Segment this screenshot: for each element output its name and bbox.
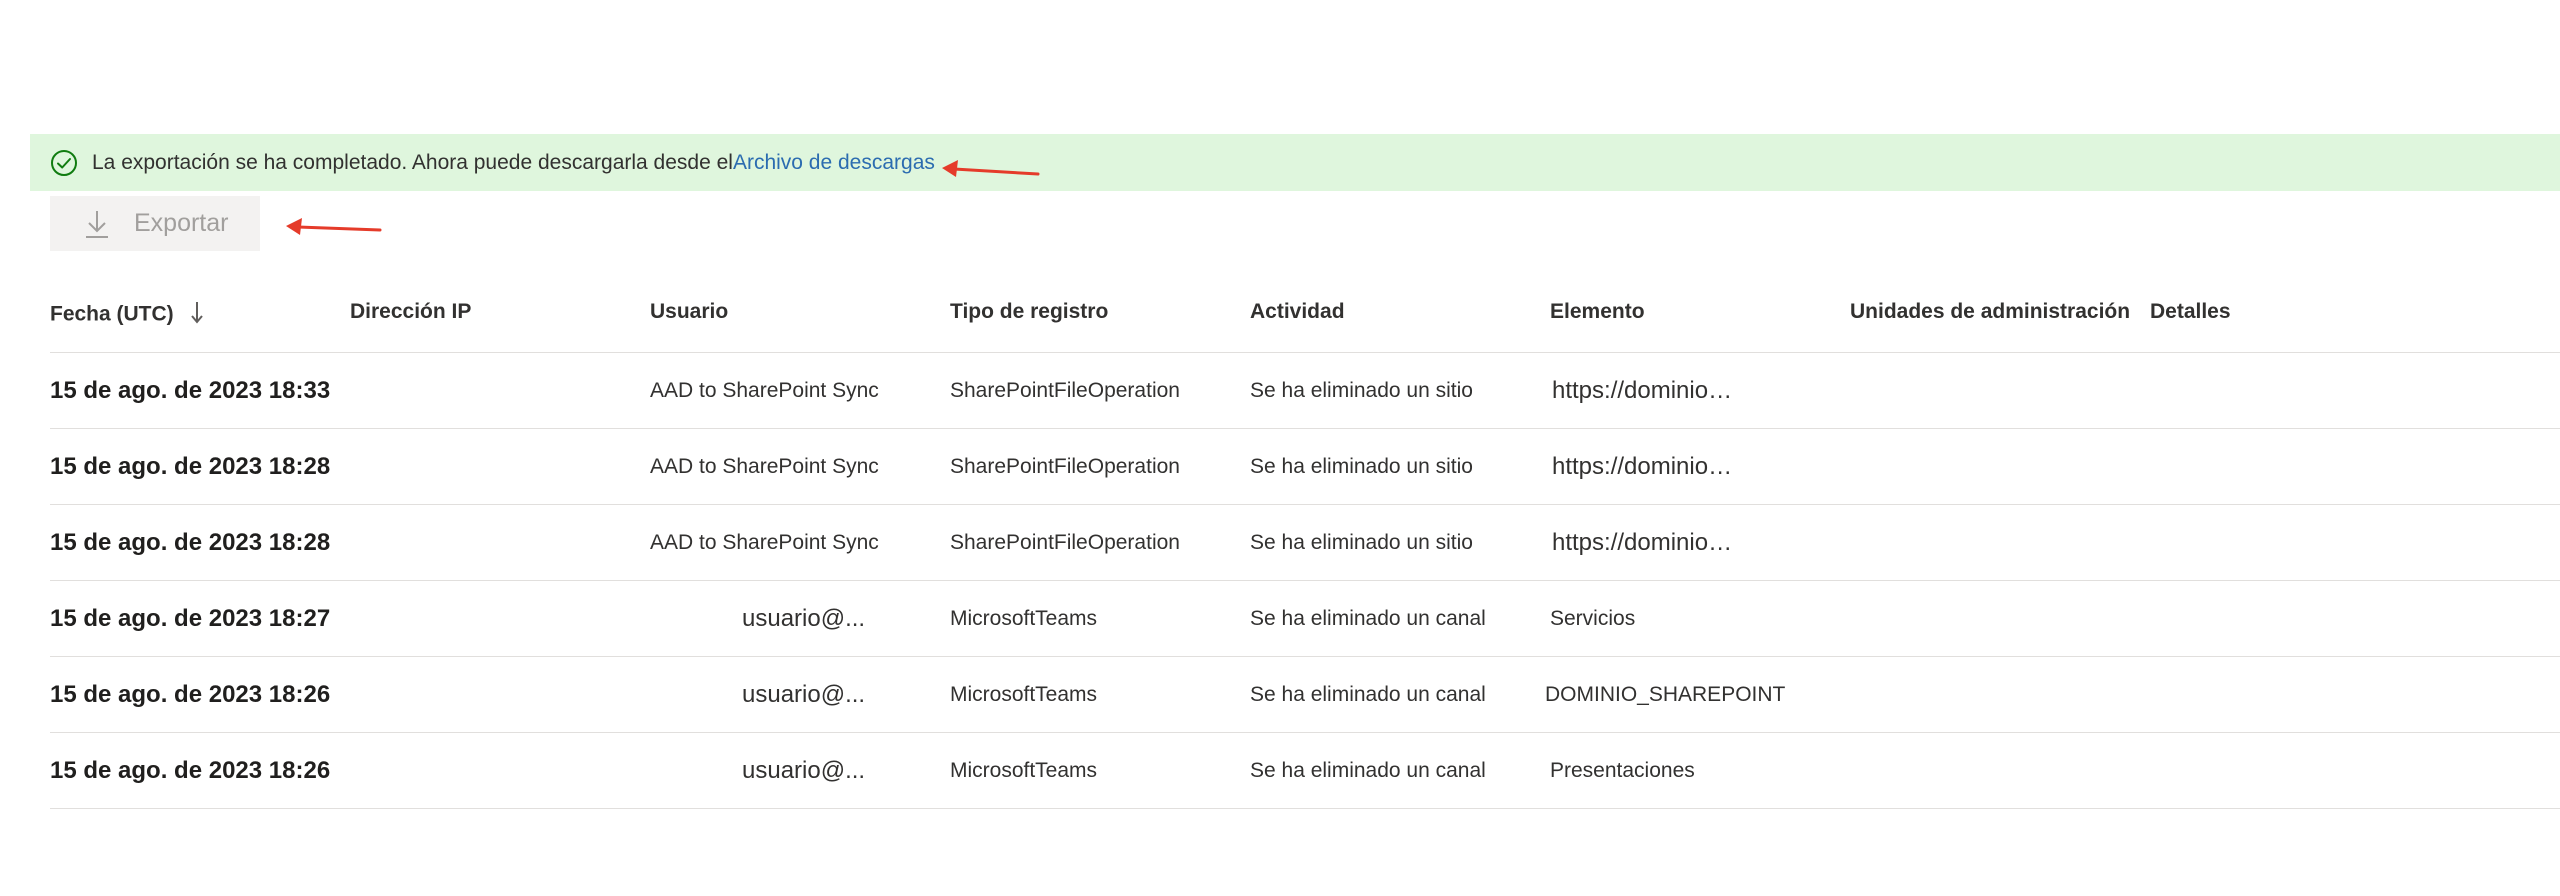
- table-row[interactable]: 15 de ago. de 2023 18:28 AAD to SharePoi…: [50, 429, 2560, 505]
- column-header-admin-units[interactable]: Unidades de administración: [1850, 300, 2130, 324]
- cell-record-type: MicrosoftTeams: [950, 606, 1098, 630]
- cell-item: https://dominio…: [1552, 528, 1733, 556]
- arrow-down-icon: [190, 300, 204, 330]
- export-button[interactable]: Exportar: [50, 196, 260, 251]
- cell-item: https://dominio…: [1552, 376, 1733, 404]
- table-row[interactable]: 15 de ago. de 2023 18:28 AAD to SharePoi…: [50, 505, 2560, 581]
- cell-user: AAD to SharePoint Sync: [650, 454, 879, 478]
- downloads-archive-link[interactable]: Archivo de descargas: [733, 151, 935, 175]
- cell-date: 15 de ago. de 2023 18:26: [50, 680, 331, 708]
- audit-page: La exportación se ha completado. Ahora p…: [0, 0, 2560, 896]
- cell-activity: Se ha eliminado un sitio: [1250, 378, 1473, 402]
- table-row[interactable]: 15 de ago. de 2023 18:33 AAD to SharePoi…: [50, 353, 2560, 429]
- table-header: Fecha (UTC) Dirección IP Usuario Tipo de…: [50, 280, 2560, 353]
- column-header-details[interactable]: Detalles: [2150, 300, 2231, 324]
- cell-item: DOMINIO_SHAREPOINT: [1545, 682, 1786, 706]
- cell-record-type: MicrosoftTeams: [950, 758, 1098, 782]
- cell-user: AAD to SharePoint Sync: [650, 378, 879, 402]
- checkmark-circle-icon: [50, 149, 78, 177]
- cell-date: 15 de ago. de 2023 18:27: [50, 604, 331, 632]
- cell-date: 15 de ago. de 2023 18:28: [50, 528, 331, 556]
- download-icon: [84, 209, 110, 239]
- column-header-ip[interactable]: Dirección IP: [350, 300, 471, 324]
- cell-item: Servicios: [1550, 606, 1636, 630]
- cell-date: 15 de ago. de 2023 18:33: [50, 376, 331, 404]
- cell-user: AAD to SharePoint Sync: [650, 530, 879, 554]
- column-header-date[interactable]: Fecha (UTC): [50, 300, 204, 330]
- table-row[interactable]: 15 de ago. de 2023 18:26 usuario@... Mic…: [50, 733, 2560, 809]
- cell-user: usuario@...: [742, 756, 866, 784]
- column-header-item[interactable]: Elemento: [1550, 300, 1645, 324]
- column-header-user[interactable]: Usuario: [650, 300, 728, 324]
- cell-record-type: SharePointFileOperation: [950, 454, 1180, 478]
- cell-item: Presentaciones: [1550, 758, 1695, 782]
- cell-item: https://dominio…: [1552, 452, 1733, 480]
- table-row[interactable]: 15 de ago. de 2023 18:27 usuario@... Mic…: [50, 581, 2560, 657]
- cell-record-type: SharePointFileOperation: [950, 530, 1180, 554]
- table-row[interactable]: 15 de ago. de 2023 18:26 usuario@... Mic…: [50, 657, 2560, 733]
- cell-activity: Se ha eliminado un canal: [1250, 758, 1486, 782]
- cell-record-type: MicrosoftTeams: [950, 682, 1098, 706]
- column-header-record-type[interactable]: Tipo de registro: [950, 300, 1108, 324]
- column-header-activity[interactable]: Actividad: [1250, 300, 1345, 324]
- cell-activity: Se ha eliminado un canal: [1250, 606, 1486, 630]
- export-button-label: Exportar: [134, 209, 229, 237]
- cell-date: 15 de ago. de 2023 18:26: [50, 756, 331, 784]
- cell-record-type: SharePointFileOperation: [950, 378, 1180, 402]
- audit-log-table: Fecha (UTC) Dirección IP Usuario Tipo de…: [50, 280, 2560, 809]
- annotation-arrow-icon: [942, 160, 1040, 177]
- annotation-arrow-icon: [286, 218, 382, 235]
- cell-activity: Se ha eliminado un sitio: [1250, 454, 1473, 478]
- export-success-banner: La exportación se ha completado. Ahora p…: [30, 134, 2560, 191]
- cell-user: usuario@...: [742, 680, 866, 708]
- cell-date: 15 de ago. de 2023 18:28: [50, 452, 331, 480]
- cell-user: usuario@...: [742, 604, 866, 632]
- cell-activity: Se ha eliminado un canal: [1250, 682, 1486, 706]
- cell-activity: Se ha eliminado un sitio: [1250, 530, 1473, 554]
- banner-message: La exportación se ha completado. Ahora p…: [92, 150, 733, 174]
